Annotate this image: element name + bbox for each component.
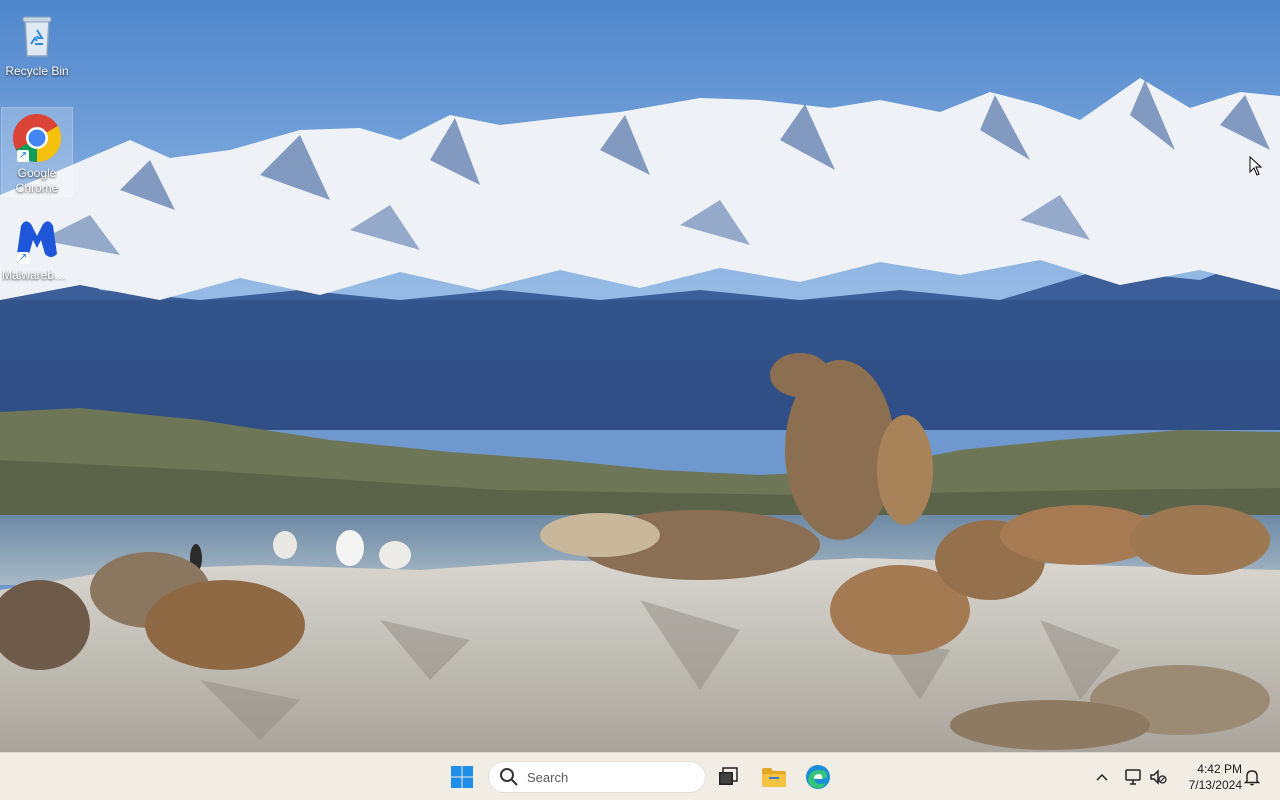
shortcut-arrow-icon: ↗: [17, 252, 29, 264]
desktop[interactable]: Recycle Bin ↗ Google Chrome ↗ Malwarebyt…: [0, 0, 1280, 752]
chrome-icon: ↗: [11, 112, 63, 164]
taskbar-search-box[interactable]: Search: [488, 761, 706, 793]
edge-button[interactable]: [800, 759, 836, 795]
malwarebytes-icon: ↗: [11, 214, 63, 266]
search-placeholder: Search: [527, 769, 569, 785]
edge-icon: [806, 765, 830, 789]
file-explorer-button[interactable]: [756, 759, 792, 795]
network-icon[interactable]: [1123, 767, 1143, 787]
desktop-icon-label: Google Chrome: [15, 166, 59, 195]
task-view-icon: [719, 767, 738, 785]
task-view-button[interactable]: [710, 759, 746, 795]
taskbar: Search 4:42 PM 7/13/2024: [0, 752, 1280, 800]
mouse-cursor-icon: [1249, 156, 1263, 176]
desktop-icon-recycle-bin[interactable]: Recycle Bin: [2, 6, 72, 79]
notification-bell-icon[interactable]: [1242, 767, 1262, 787]
shortcut-arrow-icon: ↗: [17, 150, 29, 162]
desktop-icon-google-chrome[interactable]: ↗ Google Chrome: [1, 107, 73, 197]
search-icon: [500, 768, 518, 786]
taskbar-clock[interactable]: 4:42 PM 7/13/2024: [1176, 759, 1242, 795]
recycle-bin-icon: [11, 10, 63, 62]
desktop-icon-label: Recycle Bin: [5, 64, 69, 78]
folder-icon: [762, 768, 786, 787]
volume-muted-icon[interactable]: [1148, 767, 1168, 787]
windows-start-icon: [451, 766, 473, 788]
desktop-icon-label: Malwarebytes: [2, 268, 72, 282]
wallpaper-image: [0, 0, 1280, 752]
chevron-up-icon[interactable]: [1092, 767, 1112, 787]
desktop-icon-malwarebytes[interactable]: ↗ Malwarebytes: [2, 210, 72, 283]
start-button[interactable]: [444, 759, 480, 795]
clock-date: 7/13/2024: [1188, 778, 1242, 792]
clock-time: 4:42 PM: [1197, 762, 1242, 776]
